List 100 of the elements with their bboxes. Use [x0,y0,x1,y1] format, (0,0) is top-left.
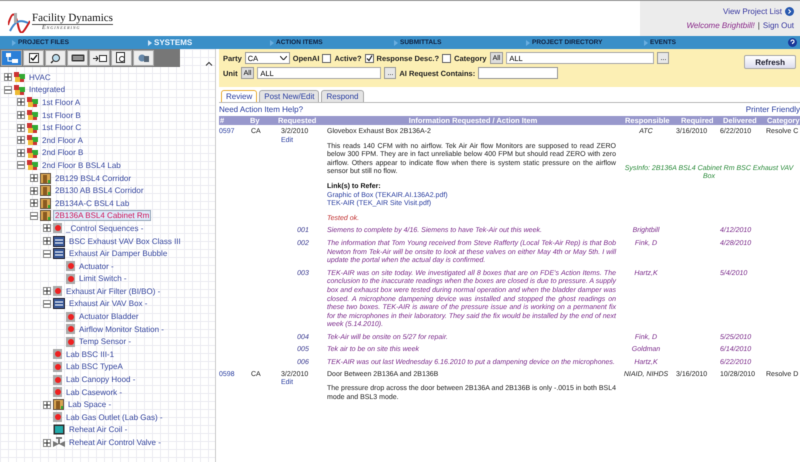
tree-item[interactable]: 2nd Floor A [40,134,85,146]
tree-item[interactable]: Reheat Air Coil - [67,424,130,436]
checkbox[interactable] [442,54,452,62]
expander[interactable] [17,136,25,144]
expander[interactable] [43,300,51,308]
tree-item[interactable]: Limit Switch - [77,273,129,284]
sign-out-link[interactable]: Sign Out [762,21,794,30]
tree-item[interactable]: 1st Floor B [40,110,83,121]
building-icon [27,135,38,146]
tree-item[interactable]: 1st Floor C [40,122,84,134]
tree-item[interactable]: 2B130 AB BSL4 Corridor [53,185,146,196]
tree-item[interactable]: 1st Floor A [40,96,82,108]
vav-box-icon [53,236,65,247]
point-icon [66,324,75,334]
plus-icon [44,440,50,446]
expander[interactable] [17,111,25,120]
tree-item[interactable]: Lab Canopy Hood - [64,374,138,386]
tree-item[interactable]: Lab Casework - [64,386,124,398]
tree-item[interactable]: Reheat Air Control Valve - [67,437,163,448]
minus-icon [18,162,24,168]
refresh-button[interactable]: Refresh [744,55,796,69]
tree-item[interactable]: Exhaust Air Filter (BI/BO) - [64,286,162,297]
expander[interactable] [43,287,51,296]
printer-friendly-link[interactable]: Printer Friendly [746,105,800,114]
point-icon [53,412,62,422]
expander[interactable] [43,250,51,258]
expander[interactable] [4,86,12,94]
expander[interactable] [30,199,38,208]
plus-icon [44,402,50,408]
expander[interactable] [43,237,51,246]
preview-icon [116,52,127,64]
tab[interactable]: Post New/Edit [259,90,320,102]
expander[interactable] [43,400,51,409]
tree-item[interactable]: Lab Gas Outlet (Lab Gas) - [64,412,164,423]
plus-icon [18,137,24,144]
expander[interactable] [30,174,38,182]
collapse-icon[interactable] [205,61,213,66]
toolbar-button[interactable] [67,50,88,66]
point-icon [53,374,62,385]
tree-item[interactable]: Airflow Monitor Station - [77,324,166,335]
plus-icon [44,225,50,232]
plus-icon [31,188,37,194]
tree-item[interactable]: 2B136A BSL4 Cabinet Rm [53,210,152,222]
door-icon [53,399,64,410]
tree-item[interactable]: Temp Sensor - [77,336,134,348]
plus-icon [18,112,24,118]
expander[interactable] [17,148,25,157]
welcome-text: Welcome Brightbill! [686,21,755,30]
tree-item[interactable]: BSC Exhaust VAV Box Class III [67,236,183,247]
tree-item[interactable]: HVAC [27,72,53,83]
tree-item[interactable]: 2nd Floor B [40,147,86,158]
toolbar-button[interactable] [23,50,44,66]
vav-box-icon [53,298,65,310]
vav-box-icon [53,248,65,260]
tree-item[interactable]: Integrated [27,84,68,96]
point-icon [66,312,75,322]
tree-item[interactable]: Lab BSC III-1 [64,348,116,360]
toolbar-button[interactable] [111,50,132,66]
tree-item[interactable]: 2B134A-C BSL4 Lab [53,198,132,209]
tree-item[interactable]: Actuator - [77,260,116,272]
tree-item[interactable]: Lab Space - [66,399,114,410]
expander[interactable] [4,73,12,82]
plus-icon [44,288,50,294]
tree-item[interactable]: _Control Sequences - [64,222,146,234]
expander[interactable] [17,98,25,106]
toolbar-button[interactable] [45,50,66,66]
expander[interactable] [43,224,51,232]
door-icon [40,198,51,209]
tree-item[interactable]: Exhaust Air Damper Bubble [67,248,170,260]
triangle-icon [148,40,152,46]
checkbox[interactable] [364,54,374,62]
separator: | [758,21,760,30]
triangle-icon [526,40,530,46]
expander[interactable] [30,212,38,220]
triangle-icon [270,40,274,46]
point-icon [66,274,75,284]
expander[interactable] [17,124,25,132]
building-icon [27,122,38,133]
plus-icon [31,175,37,182]
expander[interactable] [30,186,38,195]
tree-icon [6,52,18,64]
tree-item[interactable]: 2nd Floor B BSL4 Lab [40,160,123,171]
tree-item[interactable]: Lab BSC TypeA [64,361,125,372]
building-icon [14,84,25,95]
expander[interactable] [17,161,25,170]
toolbar-button[interactable] [89,50,110,66]
tab[interactable]: Respond [321,90,364,102]
tools-icon [138,52,150,64]
tree-item[interactable]: 2B129 BSL4 Corridor [53,172,134,184]
help-icon[interactable] [788,38,797,47]
plus-icon [18,150,24,156]
checkbox[interactable] [322,54,332,62]
minus-icon [5,86,11,93]
tree-item[interactable]: Exhaust Air VAV Box - [67,298,150,310]
tab[interactable]: Review [221,90,258,102]
search-field[interactable] [478,67,558,79]
help-link[interactable]: Need Action Item Help? [219,105,304,114]
expander[interactable] [43,438,51,447]
view-project-list-link[interactable]: View Project List [723,7,782,16]
tree-item[interactable]: Actuator Bladder [77,311,141,322]
